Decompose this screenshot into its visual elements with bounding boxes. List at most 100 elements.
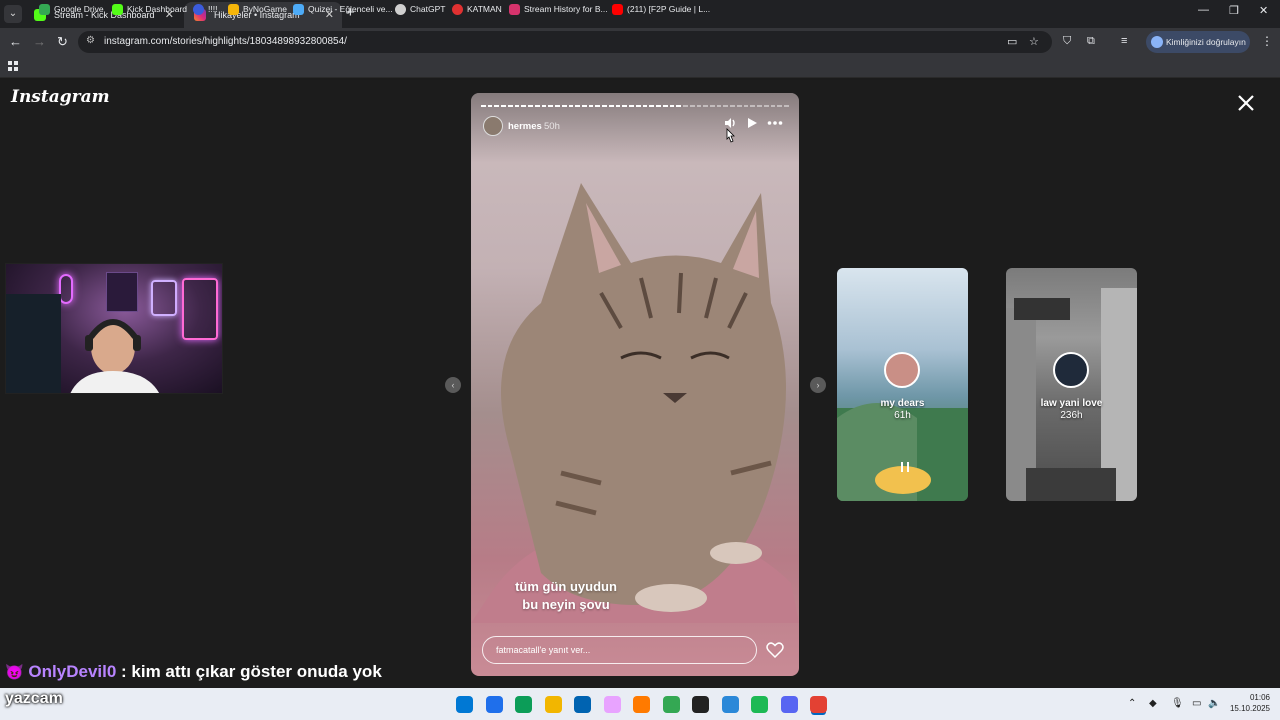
progress-segment (649, 105, 655, 107)
restore-icon[interactable]: ❐ (1229, 4, 1239, 17)
progress-segment (588, 105, 594, 107)
highlight-preview-law-yani-love[interactable]: law yani love 236h (1006, 268, 1137, 501)
story-viewer[interactable]: hermes 50h tüm gün uyudun bu neyin şovu … (471, 93, 799, 676)
bookmark-label: ByNoGame (243, 4, 287, 14)
taskbar-app-icon[interactable] (810, 696, 827, 713)
bookmark-label: Quizei - Eğlenceli ve... (308, 4, 393, 14)
progress-segment (629, 105, 634, 107)
bookmark-favicon-icon (193, 4, 204, 15)
progress-segment (723, 105, 729, 107)
tab-search-button[interactable]: ⌄ (4, 5, 22, 23)
site-info-icon[interactable]: ⚙ (86, 35, 95, 46)
katman-icon (452, 4, 463, 15)
progress-segment (736, 105, 742, 107)
more-menu-icon[interactable]: ⋮ (1261, 34, 1273, 48)
cat-photo (471, 183, 799, 623)
bookmarks-bar (0, 56, 1280, 78)
progress-segment (501, 105, 506, 107)
bookmark-chatgpt[interactable]: ChatGPT (395, 4, 445, 15)
url-text[interactable]: instagram.com/stories/highlights/1803489… (104, 36, 347, 47)
progress-segment (662, 105, 668, 107)
like-heart-icon[interactable] (766, 642, 784, 658)
highlight-preview-my-dears[interactable]: my dears 61h (837, 268, 968, 501)
previous-story-button[interactable]: ‹ (445, 377, 461, 393)
microphone-icon[interactable]: 🎙 (1171, 698, 1184, 709)
progress-segment (487, 105, 493, 107)
bookmark-exclaim[interactable]: !!!! (193, 4, 218, 15)
tray-app-icon[interactable]: ◆ (1149, 698, 1157, 709)
bookmark-label: !!!! (208, 4, 218, 14)
monitor (6, 294, 61, 393)
bookmark-youtube[interactable]: (211) [F2P Guide | L... (612, 4, 710, 15)
cast-icon[interactable]: ▭ (1007, 35, 1017, 48)
chat-text: : kim attı çıkar göster onuda yok (121, 662, 382, 681)
progress-segment (669, 105, 675, 107)
tray-chevron-icon[interactable]: ⌃ (1128, 698, 1136, 709)
address-bar[interactable]: ⚙ instagram.com/stories/highlights/18034… (78, 31, 1052, 53)
bookmark-star-icon[interactable]: ☆ (1029, 35, 1039, 48)
taskbar-app-icon[interactable] (603, 696, 621, 713)
bookmark-bynogame[interactable]: ByNoGame (228, 4, 287, 15)
minimize-icon[interactable]: — (1198, 4, 1209, 16)
speaker-icon[interactable]: 🔈 (1208, 698, 1220, 709)
taskbar-app-icon[interactable] (574, 696, 591, 713)
taskbar-app-icon[interactable] (515, 696, 532, 713)
highlight-time: 236h (1060, 410, 1083, 421)
highlight-avatar (884, 352, 920, 388)
highlight-time: 61h (894, 410, 911, 421)
close-icon[interactable] (1235, 92, 1257, 114)
taskbar-app-icon[interactable] (485, 696, 503, 713)
highlight-title: law yani love (1040, 398, 1103, 409)
reload-icon[interactable]: ↻ (57, 34, 68, 50)
taskbar-app-icon[interactable] (721, 696, 739, 713)
highlight-avatar (1053, 352, 1089, 388)
progress-segment (676, 105, 682, 107)
bookmark-katman[interactable]: KATMAN (452, 4, 502, 15)
bookmark-google-drive[interactable]: Google Drive (39, 4, 104, 15)
taskbar-app-icon[interactable] (633, 696, 650, 713)
progress-segment (575, 105, 581, 107)
reply-input[interactable]: fatmacatall'e yanıt ver... (482, 636, 757, 664)
taskbar-clock[interactable]: 01:06 15.10.2025 (1228, 692, 1270, 714)
taskbar-app-icon[interactable] (544, 696, 562, 713)
instagram-logo[interactable]: Instagram (11, 87, 110, 107)
back-icon[interactable]: ← (9, 34, 22, 49)
story-progress-bar (481, 105, 789, 107)
progress-segment (507, 105, 513, 107)
progress-segment (716, 105, 722, 107)
extensions-icon[interactable]: ⧉ (1087, 35, 1095, 48)
taskbar-app-icon[interactable] (456, 696, 473, 713)
more-options-icon[interactable] (767, 116, 783, 130)
bookmark-label: KATMAN (467, 4, 502, 14)
drive-icon (39, 4, 50, 15)
progress-segment (528, 105, 533, 107)
stream-watermark: yazcam (5, 690, 63, 707)
media-controls-icon[interactable]: ≡ (1121, 35, 1127, 47)
avatar[interactable] (483, 116, 503, 136)
next-story-button[interactable]: › (810, 377, 826, 393)
kick-icon (112, 4, 123, 15)
apps-grid-icon[interactable] (8, 61, 18, 71)
bookmark-stream-history[interactable]: Stream History for B... (509, 4, 608, 15)
taskbar-app-icon[interactable] (662, 696, 680, 713)
streamer-image (70, 319, 160, 393)
profile-button[interactable]: Kimliğinizi doğrulayın (1146, 31, 1250, 53)
forward-icon[interactable]: → (33, 34, 46, 49)
shield-icon[interactable]: ⛉ (1063, 35, 1071, 48)
play-icon[interactable] (745, 116, 759, 130)
youtube-icon (612, 4, 623, 15)
taskbar-app-icon[interactable] (692, 696, 709, 713)
progress-segment (689, 105, 695, 107)
close-window-icon[interactable]: ✕ (1259, 4, 1268, 17)
progress-segment (548, 105, 554, 107)
network-icon[interactable]: ▭ (1192, 698, 1201, 709)
taskbar-app-icon[interactable] (780, 696, 798, 713)
taskbar-app-icon[interactable] (751, 696, 768, 713)
progress-segment (784, 105, 789, 107)
progress-segment (608, 105, 614, 107)
story-caption-line2: bu neyin şovu (522, 597, 610, 612)
bookmark-quizei[interactable]: Quizei - Eğlenceli ve... (293, 4, 393, 15)
stream-history-icon (509, 4, 520, 15)
bookmark-kick-dashboard[interactable]: Kick Dashboard (112, 4, 187, 15)
story-username[interactable]: hermes (508, 121, 542, 132)
